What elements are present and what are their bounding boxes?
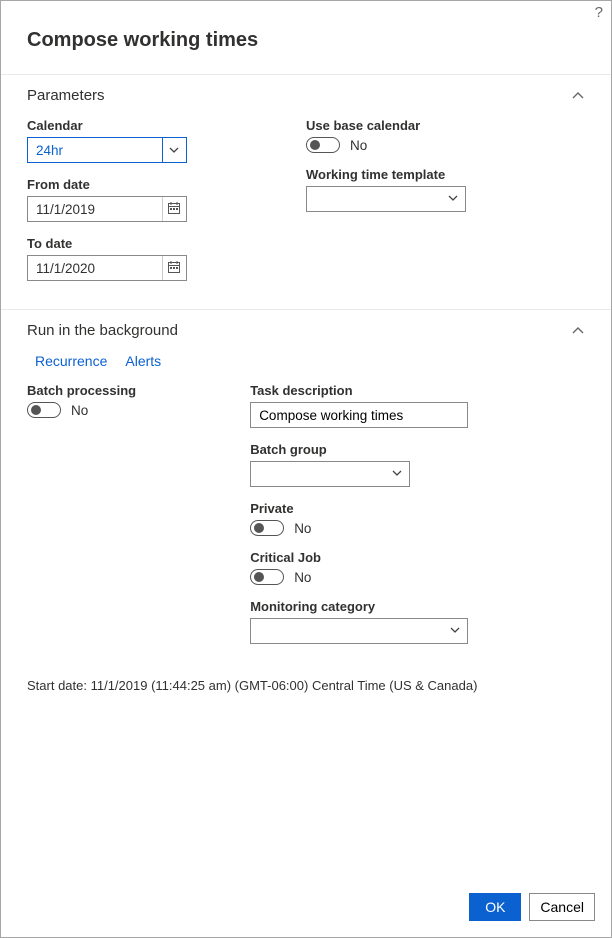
calendar-label: Calendar [27,118,286,133]
critical-job-value: No [294,570,311,585]
field-working-time-template: Working time template [306,167,565,212]
section-title-background: Run in the background [27,322,178,339]
section-header-background[interactable]: Run in the background [1,309,611,349]
batch-processing-toggle[interactable] [27,402,61,418]
to-date-input[interactable]: 11/1/2020 [27,255,187,281]
section-title-parameters: Parameters [27,87,105,104]
field-monitoring-category: Monitoring category [250,599,565,644]
start-date-text: Start date: 11/1/2019 (11:44:25 am) (GMT… [1,672,611,699]
critical-job-label: Critical Job [250,550,565,565]
calendar-icon [167,260,181,277]
background-links: Recurrence Alerts [1,349,611,379]
help-icon[interactable]: ? [595,4,603,21]
field-calendar: Calendar 24hr [27,118,286,163]
use-base-calendar-toggle[interactable] [306,137,340,153]
background-left-col: Batch processing No [27,383,250,658]
chevron-up-icon [571,324,585,338]
titlebar: ? [1,1,611,23]
critical-job-toggle[interactable] [250,569,284,585]
batch-processing-value: No [71,403,88,418]
use-base-calendar-value: No [350,138,367,153]
task-description-label: Task description [250,383,565,398]
from-date-value: 11/1/2019 [36,202,95,217]
from-date-label: From date [27,177,286,192]
field-task-description: Task description [250,383,565,428]
dialog-footer: OK Cancel [1,893,611,937]
parameters-body: Calendar 24hr From date 11/1/2019 [1,114,611,309]
chevron-down-icon [447,192,461,207]
dialog: ? Compose working times Parameters Calen… [0,0,612,938]
field-batch-processing: Batch processing No [27,383,230,418]
chevron-down-icon [391,467,405,482]
field-from-date: From date 11/1/2019 [27,177,286,222]
field-batch-group: Batch group [250,442,565,487]
working-time-template-label: Working time template [306,167,565,182]
background-right-col: Task description Batch group Private No [250,383,585,658]
from-date-input[interactable]: 11/1/2019 [27,196,187,222]
chevron-down-icon [168,144,180,156]
batch-group-label: Batch group [250,442,565,457]
ok-button[interactable]: OK [469,893,521,921]
section-header-parameters[interactable]: Parameters [1,74,611,114]
parameters-right-col: Use base calendar No Working time templa… [306,118,585,295]
calendar-combo[interactable]: 24hr [27,137,187,163]
private-value: No [294,521,311,536]
batch-processing-label: Batch processing [27,383,230,398]
alerts-link[interactable]: Alerts [125,353,161,369]
calendar-icon [167,201,181,218]
monitoring-category-select[interactable] [250,618,468,644]
private-toggle[interactable] [250,520,284,536]
parameters-left-col: Calendar 24hr From date 11/1/2019 [27,118,306,295]
field-private: Private No [250,501,565,536]
field-use-base-calendar: Use base calendar No [306,118,565,153]
calendar-value: 24hr [36,143,63,158]
to-date-label: To date [27,236,286,251]
field-to-date: To date 11/1/2020 [27,236,286,281]
task-description-input[interactable] [250,402,468,428]
chevron-up-icon [571,89,585,103]
cancel-button[interactable]: Cancel [529,893,595,921]
monitoring-category-label: Monitoring category [250,599,565,614]
batch-group-select[interactable] [250,461,410,487]
background-body: Batch processing No Task description Bat… [1,379,611,672]
field-critical-job: Critical Job No [250,550,565,585]
use-base-calendar-label: Use base calendar [306,118,565,133]
to-date-value: 11/1/2020 [36,261,95,276]
dialog-title: Compose working times [1,23,611,74]
chevron-down-icon [449,624,463,639]
private-label: Private [250,501,565,516]
recurrence-link[interactable]: Recurrence [35,353,107,369]
working-time-template-select[interactable] [306,186,466,212]
